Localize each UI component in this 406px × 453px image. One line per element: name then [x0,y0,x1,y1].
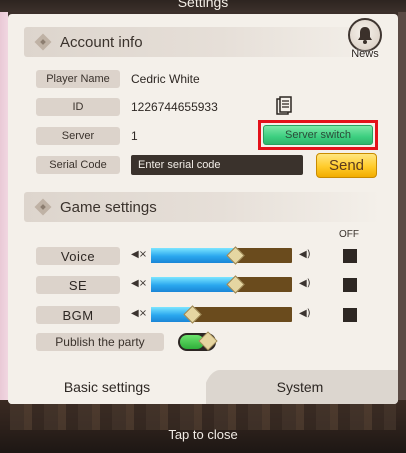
diamond-icon [34,198,52,216]
toggle-knob[interactable] [198,331,218,351]
settings-panel: Account info News Player Name Cedric Whi… [8,14,398,404]
account-info-header: Account info [24,27,382,57]
player-name-label: Player Name [36,70,120,88]
serial-code-input[interactable]: Enter serial code [131,155,303,175]
server-value: 1 [131,129,138,143]
speaker-mute-icon[interactable]: ◀× [131,278,147,290]
send-button[interactable]: Send [316,153,377,178]
voice-label: Voice [36,247,120,265]
diamond-icon [34,33,52,51]
window-titlebar: Settings [0,0,406,12]
account-info-title: Account info [60,33,143,51]
bell-icon [348,18,382,52]
game-settings-header: Game settings [24,192,382,222]
se-off-checkbox[interactable] [343,278,357,292]
bgm-label: BGM [36,306,120,324]
voice-off-checkbox[interactable] [343,249,357,263]
highlight-box: Server switch [258,120,378,150]
speaker-mute-icon[interactable]: ◀× [131,249,147,261]
speaker-loud-icon[interactable]: ◀) [299,278,313,290]
id-label: ID [36,98,120,116]
id-value: 1226744655933 [131,100,218,114]
voice-slider[interactable] [151,246,292,265]
tab-basic-settings[interactable]: Basic settings [8,370,206,404]
game-settings-title: Game settings [60,198,157,216]
publish-party-toggle[interactable] [178,331,218,351]
copy-icon[interactable] [276,96,292,116]
publish-party-label: Publish the party [36,333,164,351]
server-label: Server [36,127,120,145]
speaker-loud-icon[interactable]: ◀) [299,308,313,320]
server-switch-button[interactable]: Server switch [263,125,373,145]
se-label: SE [36,276,120,294]
player-name-value: Cedric White [131,72,200,86]
tab-system[interactable]: System [202,370,398,404]
speaker-loud-icon[interactable]: ◀) [299,249,313,261]
news-button[interactable]: News [345,18,385,70]
se-slider[interactable] [151,275,292,294]
settings-tabs: System Basic settings [8,370,398,404]
bgm-slider[interactable] [151,305,292,324]
bgm-off-checkbox[interactable] [343,308,357,322]
window-title: Settings [177,0,229,10]
serial-code-label: Serial Code [36,156,120,174]
speaker-mute-icon[interactable]: ◀× [131,308,147,320]
off-column-label: OFF [339,229,359,240]
tap-to-close[interactable]: Tap to close [0,427,406,442]
news-label: News [351,48,379,60]
